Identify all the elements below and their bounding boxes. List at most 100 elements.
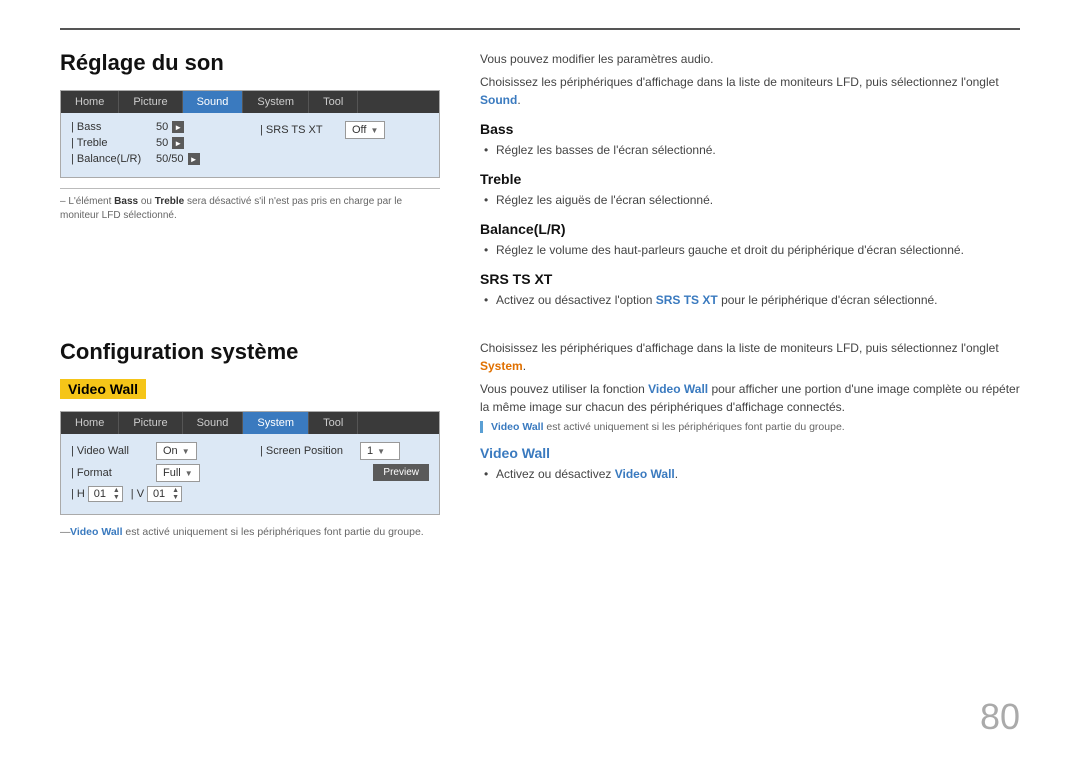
heading-treble: Treble — [480, 171, 1020, 187]
intro2-top: Choisissez les périphériques d'affichage… — [480, 73, 1020, 109]
system-panel: Home Picture Sound System Tool | Video W… — [60, 411, 440, 515]
videowall-note2-link: Video Wall — [491, 421, 544, 433]
srs-row: | SRS TS XT Off ▼ — [260, 121, 429, 139]
right-column-top: Vous pouvez modifier les paramètres audi… — [480, 50, 1020, 311]
system-link: System — [480, 359, 523, 373]
treble-arrow[interactable]: ► — [172, 137, 184, 149]
heading-bass: Bass — [480, 121, 1020, 137]
format-arr: ▼ — [185, 469, 193, 478]
screenpos-arr: ▼ — [377, 447, 385, 456]
srs-value: Off ▼ — [345, 121, 385, 139]
panel-tabs-top: Home Picture Sound System Tool — [61, 91, 439, 113]
intro1-top: Vous pouvez modifier les paramètres audi… — [480, 50, 1020, 68]
preview-row: Preview — [260, 464, 429, 481]
screenpos-dropdown[interactable]: 1 ▼ — [360, 442, 400, 460]
h-stepper[interactable]: 01 ▲ ▼ — [88, 486, 123, 502]
left-column-top: Réglage du son Home Picture Sound System… — [60, 50, 440, 311]
top-line — [60, 28, 1020, 30]
format-val: Full — [163, 467, 181, 479]
srs-dropdown[interactable]: Off ▼ — [345, 121, 385, 139]
videowall-note: Video Wall est activé uniquement si les … — [60, 525, 440, 540]
videowall-arr: ▼ — [182, 447, 190, 456]
bass-num: 50 — [156, 121, 168, 133]
tab2-tool[interactable]: Tool — [309, 412, 358, 434]
format-row: | Format Full ▼ — [71, 464, 240, 482]
h-down[interactable]: ▼ — [111, 494, 122, 501]
videowall-dropdown[interactable]: On ▼ — [156, 442, 197, 460]
treble-num: 50 — [156, 137, 168, 149]
h-arrows: ▲ ▼ — [111, 487, 122, 501]
sound-panel: Home Picture Sound System Tool | Bass — [60, 90, 440, 178]
page-container: Réglage du son Home Picture Sound System… — [0, 0, 1080, 763]
hv-row: | H 01 ▲ ▼ | V — [71, 486, 240, 502]
balance-arrow[interactable]: ► — [188, 153, 200, 165]
balance-row: | Balance(L/R) 50/50 ► — [71, 153, 240, 165]
h-up[interactable]: ▲ — [111, 487, 122, 494]
srs-link: SRS TS XT — [656, 293, 718, 307]
preview-button[interactable]: Preview — [373, 464, 429, 481]
section-title-top: Réglage du son — [60, 50, 440, 76]
bullet-bass: Réglez les basses de l'écran sélectionné… — [480, 141, 1020, 159]
reglage-section: Réglage du son Home Picture Sound System… — [60, 50, 1020, 311]
v-stepper[interactable]: 01 ▲ ▼ — [147, 486, 182, 502]
balance-value: 50/50 ► — [156, 153, 200, 165]
tab-tool[interactable]: Tool — [309, 91, 358, 113]
tab-sound[interactable]: Sound — [183, 91, 244, 113]
sound-note: – L'élément Bass ou Treble sera désactiv… — [60, 188, 440, 223]
bass-bold: Bass — [114, 196, 138, 207]
bass-value: 50 ► — [156, 121, 184, 133]
tab-picture[interactable]: Picture — [119, 91, 182, 113]
treble-bold: Treble — [155, 196, 184, 207]
tab-system[interactable]: System — [243, 91, 309, 113]
treble-row: | Treble 50 ► — [71, 137, 240, 149]
tab2-sound[interactable]: Sound — [183, 412, 244, 434]
screenpos-val: 1 — [367, 445, 373, 457]
sound-link: Sound — [480, 93, 517, 107]
heading-balance: Balance(L/R) — [480, 221, 1020, 237]
bullet-srs: Activez ou désactivez l'option SRS TS XT… — [480, 291, 1020, 309]
treble-label: | Treble — [71, 137, 156, 149]
screenpos-row: | Screen Position 1 ▼ — [260, 442, 429, 460]
srs-dropdown-arrow: ▼ — [370, 126, 378, 135]
tab-home[interactable]: Home — [61, 91, 119, 113]
bullet-treble: Réglez les aiguës de l'écran sélectionné… — [480, 191, 1020, 209]
heading-srs: SRS TS XT — [480, 271, 1020, 287]
left-column-bottom: Configuration système Video Wall Home Pi… — [60, 339, 440, 540]
sound-panel-body: | Bass 50 ► | Treble 50 — [61, 113, 439, 177]
h-label: | H — [71, 488, 85, 500]
config-wrapper: Configuration système Video Wall Home Pi… — [60, 339, 1020, 540]
bass-row: | Bass 50 ► — [71, 121, 240, 133]
format-dropdown[interactable]: Full ▼ — [156, 464, 200, 482]
format-label: | Format — [71, 467, 156, 479]
video-wall-badge: Video Wall — [60, 379, 146, 399]
panel-tabs-bottom: Home Picture Sound System Tool — [61, 412, 439, 434]
intro2-bottom: Vous pouvez utiliser la fonction Video W… — [480, 380, 1020, 416]
tab2-home[interactable]: Home — [61, 412, 119, 434]
v-down[interactable]: ▼ — [170, 494, 181, 501]
v-arrows: ▲ ▼ — [170, 487, 181, 501]
tab2-picture[interactable]: Picture — [119, 412, 182, 434]
srs-dropdown-val: Off — [352, 124, 366, 136]
v-label: | V — [131, 488, 144, 500]
videowall-row: | Video Wall On ▼ — [71, 442, 240, 460]
intro1-bottom: Choisissez les périphériques d'affichage… — [480, 339, 1020, 375]
bass-arrow[interactable]: ► — [172, 121, 184, 133]
videowall-val: On — [163, 445, 178, 457]
v-val: 01 — [148, 487, 170, 501]
bass-label: | Bass — [71, 121, 156, 133]
videowall-note2: Video Wall est activé uniquement si les … — [491, 421, 1020, 433]
v-up[interactable]: ▲ — [170, 487, 181, 494]
system-panel-body: | Video Wall On ▼ | Format — [61, 434, 439, 514]
screenpos-label: | Screen Position — [260, 445, 360, 457]
balance-num: 50/50 — [156, 153, 184, 165]
balance-label: | Balance(L/R) — [71, 153, 156, 165]
videowall-bullet-link: Video Wall — [615, 467, 675, 481]
tab2-system[interactable]: System — [243, 412, 309, 434]
section-title-bottom: Configuration système — [60, 339, 440, 365]
page-number: 80 — [980, 696, 1020, 738]
heading-videowall: Video Wall — [480, 445, 1020, 461]
videowall-note-link: Video Wall — [70, 526, 123, 538]
treble-value: 50 ► — [156, 137, 184, 149]
right-column-bottom: Choisissez les périphériques d'affichage… — [480, 339, 1020, 540]
bullet-videowall: Activez ou désactivez Video Wall. — [480, 465, 1020, 483]
